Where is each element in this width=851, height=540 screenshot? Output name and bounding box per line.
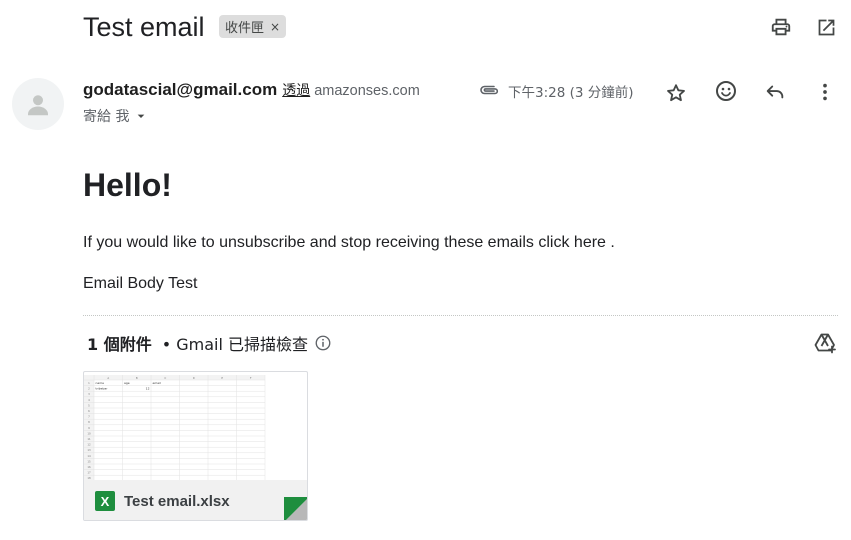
sheet-column-label: C	[164, 376, 166, 380]
sheet-row-number: 17	[87, 471, 91, 475]
sheet-column-label: B	[136, 376, 138, 380]
spreadsheet-preview: A B C D E F123456789101112131415161718name age…	[84, 375, 266, 482]
print-button[interactable]	[766, 12, 796, 42]
sender-email[interactable]: godatascial@gmail.com	[83, 80, 277, 100]
paperclip-icon	[478, 82, 500, 98]
sheet-row-number: 12	[87, 443, 91, 447]
sheet-row-number: 15	[87, 459, 91, 463]
sheet-column-label: D	[193, 376, 195, 380]
recipient-label: 寄給 我	[83, 109, 130, 125]
email-greeting-heading: Hello!	[83, 167, 172, 203]
open-in-new-window-icon	[818, 19, 834, 35]
attachments-divider	[83, 315, 838, 316]
recipient-details-toggle[interactable]: 寄給 我	[83, 106, 149, 126]
sheet-row-number: 14	[87, 454, 91, 458]
via-link[interactable]: 透過	[282, 80, 310, 100]
sheet-row-number: 10	[87, 431, 91, 435]
more-options-button[interactable]	[810, 77, 840, 107]
page-fold-icon	[284, 497, 307, 520]
star-button[interactable]	[661, 78, 691, 108]
inbox-label-text: 收件匣	[225, 21, 265, 36]
sheet-row-number: 13	[87, 448, 91, 452]
chevron-down-icon	[138, 114, 145, 118]
timestamp: 下午3:28 (3 分鐘前)	[508, 85, 634, 101]
sheet-row-number: 16	[87, 465, 91, 469]
inbox-label-chip[interactable]: 收件匣 ×	[219, 15, 287, 38]
info-icon[interactable]	[314, 334, 332, 352]
remove-label-icon[interactable]: ×	[270, 20, 280, 34]
email-subject: Test email	[83, 12, 205, 42]
sheet-column-header-bar	[84, 375, 265, 380]
reply-icon	[766, 85, 784, 99]
sheet-cell-text: 12	[146, 387, 150, 391]
add-to-drive-icon	[814, 333, 836, 354]
more-vertical-icon	[823, 83, 827, 101]
attachment-count: 1 個附件	[87, 335, 152, 354]
scan-status: • Gmail 已掃描檢查	[161, 335, 309, 354]
sender-info: godatascial@gmail.com 透過 amazonses.com	[83, 80, 420, 102]
person-icon	[28, 95, 48, 116]
open-in-new-window-button[interactable]	[811, 12, 841, 42]
reply-button[interactable]	[760, 77, 790, 107]
sheet-cell-text: email	[153, 381, 161, 385]
sheet-cell-text: tribebar	[96, 387, 109, 391]
attachments-header: 1 個附件 • Gmail 已掃描檢查	[87, 331, 332, 355]
sheet-cell-text: age	[124, 381, 130, 385]
emoji-reaction-button[interactable]	[711, 76, 741, 106]
sender-avatar[interactable]	[12, 78, 64, 130]
email-body-text: Email Body Test	[83, 275, 198, 292]
print-icon	[771, 18, 791, 36]
add-to-drive-button[interactable]	[811, 329, 839, 357]
sheet-row-number: 11	[87, 437, 91, 441]
sheet-cell-text: name	[96, 381, 105, 385]
emoji-reaction-icon	[716, 81, 736, 101]
sheet-column-label: A	[107, 376, 109, 380]
excel-icon: X	[95, 491, 115, 511]
via-domain: amazonses.com	[314, 83, 420, 99]
attachment-card[interactable]: A B C D E F 1 2 3 4 5 6 7 8 9 10 11 12 13 14 15 16 17 18 name age…	[83, 371, 308, 521]
unsubscribe-text: If you would like to unsubscribe and sto…	[83, 234, 615, 251]
attachment-file-name: Test email.xlsx	[124, 492, 230, 510]
star-icon	[667, 84, 685, 102]
attachment-footer: X Test email.xlsx	[84, 480, 307, 520]
